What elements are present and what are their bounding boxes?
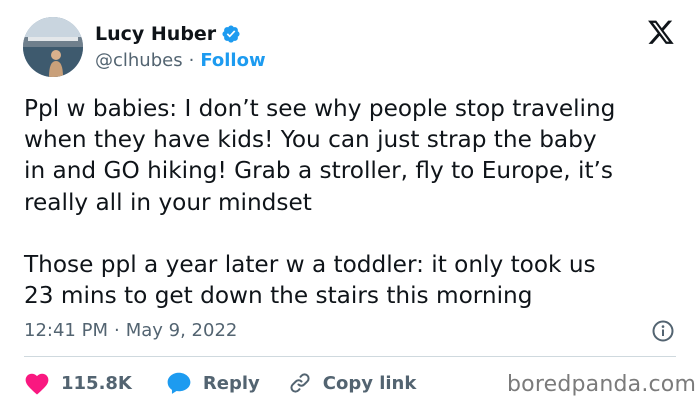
divider [24, 356, 676, 357]
like-button[interactable]: 115.8K [24, 371, 132, 395]
info-icon[interactable] [651, 319, 675, 343]
link-icon [288, 371, 312, 395]
reply-button[interactable]: Reply [166, 371, 260, 395]
tweet-card: Lucy Huber @clhubes · Follow Ppl w babie… [0, 0, 700, 410]
author-name[interactable]: Lucy Huber [95, 23, 216, 45]
handle-separator: · [188, 49, 195, 71]
tweet-date[interactable]: May 9, 2022 [126, 320, 238, 341]
like-count: 115.8K [61, 372, 132, 394]
tweet-time[interactable]: 12:41 PM [24, 320, 108, 341]
timestamp-separator: · [113, 319, 120, 341]
verified-badge-icon [221, 24, 241, 44]
x-logo-icon[interactable] [646, 18, 676, 46]
reply-label: Reply [202, 372, 260, 394]
copy-link-label: Copy link [322, 372, 417, 394]
copy-link-button[interactable]: Copy link [288, 371, 417, 395]
reply-bubble-icon [166, 371, 192, 395]
follow-button[interactable]: Follow [200, 50, 265, 71]
tweet-text: Ppl w babies: I don’t see why people sto… [24, 95, 616, 310]
author-handle[interactable]: @clhubes [95, 50, 183, 71]
author-handle-row: @clhubes · Follow [95, 47, 266, 73]
watermark: boredpanda.com [507, 372, 697, 397]
heart-icon [24, 371, 50, 395]
author-name-row: Lucy Huber [95, 20, 241, 48]
avatar[interactable] [23, 17, 83, 77]
tweet-timestamp[interactable]: 12:41 PM · May 9, 2022 [24, 316, 237, 344]
action-bar: 115.8K Reply Copy link [24, 368, 416, 398]
